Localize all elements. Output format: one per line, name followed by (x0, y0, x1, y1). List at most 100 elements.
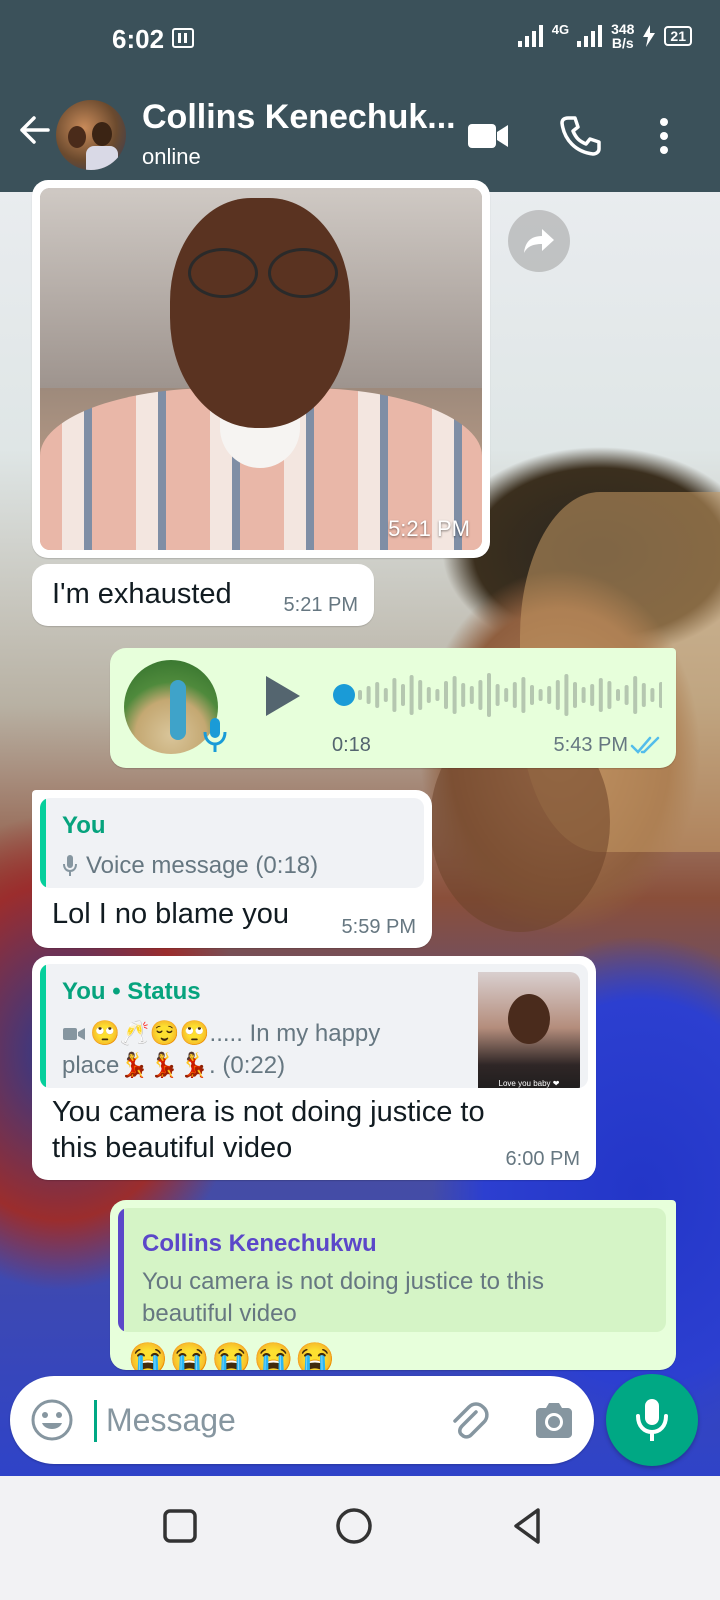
play-icon[interactable] (260, 672, 304, 720)
waveform-bar (538, 689, 543, 701)
waveform-bar (555, 680, 560, 710)
quoted-message[interactable]: You Voice message (0:18) (40, 798, 424, 888)
attach-icon[interactable] (446, 1398, 490, 1442)
waveform-bar (366, 686, 371, 704)
sim-icon (172, 28, 194, 48)
message-text-line1: You camera is not doing justice to (52, 1096, 485, 1128)
signal-2-icon (577, 25, 603, 47)
status-indicators: 4G 348 B/s 21 (517, 21, 692, 51)
waveform-bar (478, 680, 483, 710)
waveform-bar (418, 680, 423, 710)
waveform-bar (435, 689, 440, 701)
waveform-bar (504, 688, 509, 702)
waveform-bar (590, 684, 595, 706)
waveform-bar (401, 684, 405, 706)
waveform-bar (581, 687, 586, 703)
more-vert-icon[interactable] (642, 114, 686, 158)
waveform-bar (461, 683, 466, 707)
network-type: 4G (551, 22, 570, 37)
signal-icon (517, 25, 543, 47)
image-message[interactable]: 5:21 PM (32, 180, 490, 558)
system-nav-bar (0, 1476, 720, 1600)
waveform-bar (659, 682, 662, 708)
quote-text: Voice message (0:18) (86, 852, 319, 879)
voice-message[interactable]: 0:18 5:43 PM (110, 648, 676, 768)
quote-author: You (62, 812, 106, 839)
voice-duration: 0:18 (332, 734, 371, 756)
waveform-bar (358, 690, 362, 700)
waveform-bar (573, 682, 577, 708)
waveform-bar (547, 686, 552, 704)
quote-text-line1: You camera is not doing justice to this (142, 1268, 545, 1295)
mic-icon (636, 1399, 668, 1441)
charging-icon (643, 25, 656, 47)
message-input[interactable] (106, 1394, 426, 1446)
waveform-bar (444, 681, 448, 709)
quote-text-line2: place💃💃💃. (0:22) (62, 1052, 286, 1079)
square-nav-icon[interactable] (156, 1502, 204, 1550)
back-arrow-icon[interactable] (14, 110, 54, 150)
quote-text-line2: beautiful video (142, 1300, 297, 1327)
waveform-bar (650, 688, 655, 702)
forward-button[interactable] (508, 210, 570, 272)
reply-message[interactable]: Collins Kenechukwu You camera is not doi… (110, 1200, 676, 1370)
read-ticks-icon (630, 736, 660, 754)
video-icon (63, 1028, 85, 1040)
avatar[interactable] (56, 100, 126, 170)
emoji-icon[interactable] (30, 1398, 74, 1442)
message-time: 5:21 PM (388, 516, 470, 541)
waveform-bar (616, 689, 620, 701)
reply-message[interactable]: You Voice message (0:18) Lol I no blame … (32, 790, 432, 948)
triangle-nav-icon[interactable] (504, 1502, 552, 1550)
waveform-bar (564, 674, 569, 716)
waveform-bar (598, 678, 603, 712)
message-text: 😭😭😭😭😭 (128, 1341, 338, 1370)
waveform-bar (487, 673, 491, 717)
net-speed-unit: B/s (611, 35, 634, 51)
camera-icon[interactable] (532, 1398, 576, 1442)
status-thumbnail: Love you baby ❤ (478, 972, 580, 1088)
quoted-status[interactable]: You • Status 🙄🥂😌🙄..... In my happy place… (40, 964, 588, 1088)
waveform-bar (426, 687, 431, 703)
quote-author: Collins Kenechukwu (142, 1230, 377, 1257)
voice-waveform[interactable] (332, 668, 662, 722)
forward-icon (524, 229, 554, 253)
net-speed-value: 348 (611, 21, 635, 37)
mic-icon (203, 718, 227, 752)
message-composer (10, 1376, 594, 1464)
contact-status: online (142, 144, 201, 169)
message-time: 5:43 PM (553, 734, 628, 756)
status-reply-message[interactable]: You • Status 🙄🥂😌🙄..... In my happy place… (32, 956, 596, 1180)
mic-icon (63, 855, 77, 876)
phone-icon[interactable] (558, 114, 602, 158)
waveform-bar (383, 688, 388, 702)
waveform-bar (409, 675, 414, 715)
message-time: 6:00 PM (505, 1148, 580, 1170)
message-text: I'm exhausted (52, 578, 232, 610)
status-bar: 6:02 4G 348 B/s 21 (0, 0, 720, 80)
message-text: Lol I no blame you (52, 898, 289, 930)
waveform-bar (452, 676, 457, 714)
message-text-line2: this beautiful video (52, 1132, 293, 1164)
quoted-message[interactable]: Collins Kenechukwu You camera is not doi… (118, 1208, 666, 1332)
contact-name[interactable]: Collins Kenechuk... (142, 98, 456, 137)
waveform-bar (495, 684, 500, 706)
waveform-bar (392, 678, 397, 712)
waveform-bar (624, 685, 629, 705)
text-message[interactable]: I'm exhausted 5:21 PM (32, 564, 374, 626)
waveform-bar (469, 686, 474, 704)
circle-nav-icon[interactable] (330, 1502, 378, 1550)
message-time: 5:21 PM (283, 594, 358, 616)
chat-header: Collins Kenechuk... online (0, 80, 720, 192)
video-call-icon[interactable] (466, 114, 510, 158)
waveform-bar (641, 683, 646, 707)
waveform-bar (521, 677, 526, 713)
waveform-bar (530, 685, 534, 705)
quote-author: You • Status (62, 978, 201, 1005)
waveform-bar (607, 681, 612, 709)
message-photo[interactable] (40, 188, 482, 550)
battery-level: 21 (664, 26, 692, 46)
voice-record-button[interactable] (606, 1374, 698, 1466)
waveform-bar (375, 682, 380, 708)
thumbnail-caption: Love you baby ❤ (498, 1079, 560, 1088)
